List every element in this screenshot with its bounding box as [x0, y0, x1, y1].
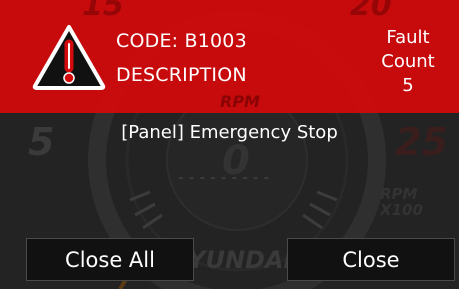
fault-header: 15 20 RPM CODE: B1003 DESCRIPTION Fault …: [0, 0, 459, 113]
gauge-x100-label: X100: [380, 201, 423, 219]
fault-description-label: DESCRIPTION: [116, 64, 247, 86]
fault-code: CODE: B1003: [116, 30, 247, 52]
fault-count-label-1: Fault: [386, 27, 430, 48]
warning-triangle-icon: [32, 25, 106, 90]
gauge-rpm-x100-label: RPM X100: [380, 186, 423, 218]
gauge-tick-15: 15: [82, 0, 124, 23]
fault-dialog-screen: 5 25 0 - - - - - - - - - RPM X100 HYUNDA…: [0, 0, 459, 289]
fault-count-value: 5: [402, 75, 414, 96]
fault-count-label-2: Count: [381, 51, 435, 72]
gauge-dashes: - - - - - - - - -: [178, 170, 270, 186]
fault-message: [Panel] Emergency Stop: [121, 122, 338, 143]
close-button[interactable]: Close: [287, 238, 455, 281]
fault-count: Fault Count 5: [374, 26, 442, 98]
close-all-button[interactable]: Close All: [26, 238, 194, 281]
gauge-rpm-label: RPM: [220, 92, 260, 111]
gauge-tick-20: 20: [350, 0, 392, 23]
